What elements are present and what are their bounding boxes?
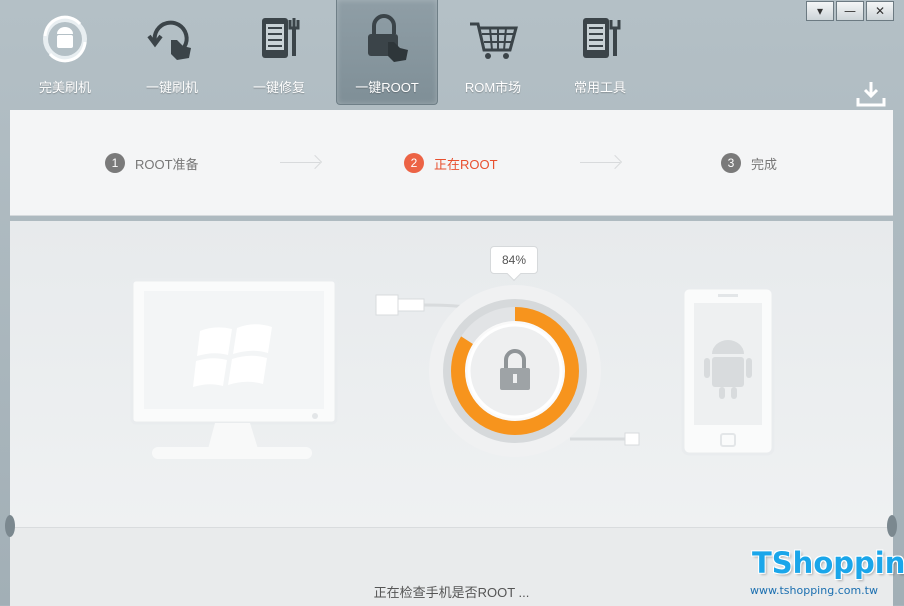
step-label: ROOT准备 bbox=[135, 156, 199, 172]
tab-one-click-root[interactable]: 一键ROOT bbox=[336, 0, 438, 105]
tab-one-click-flash[interactable]: 一键刷机 bbox=[122, 0, 222, 104]
tab-label: 完美刷机 bbox=[38, 80, 91, 95]
tab-one-click-repair[interactable]: 一键修复 bbox=[229, 0, 329, 104]
computer-monitor-icon bbox=[130, 278, 338, 459]
step-done: 3 完成 bbox=[721, 153, 777, 173]
menu-button[interactable]: ▾ bbox=[806, 1, 834, 21]
toolbar: 完美刷机 一键刷机 一键修复 一键ROOT ROM市场 常用工具 ▾ — ✕ bbox=[0, 0, 904, 110]
app-window: 完美刷机 一键刷机 一键修复 一键ROOT ROM市场 常用工具 ▾ — ✕ 1… bbox=[0, 0, 904, 606]
step-number: 1 bbox=[105, 153, 125, 173]
tab-label: 一键ROOT bbox=[355, 80, 419, 95]
step-number: 3 bbox=[721, 153, 741, 173]
close-button[interactable]: ✕ bbox=[866, 1, 894, 21]
step-indicator: 1 ROOT准备 2 正在ROOT 3 完成 bbox=[10, 110, 893, 216]
step-arrow-icon bbox=[580, 162, 620, 163]
root-progress-ring bbox=[429, 285, 601, 457]
tab-rom-market[interactable]: ROM市场 bbox=[443, 0, 543, 104]
window-controls: ▾ — ✕ bbox=[804, 1, 894, 21]
step-label: 完成 bbox=[751, 156, 778, 172]
step-number: 2 bbox=[404, 153, 424, 173]
minimize-button[interactable]: — bbox=[836, 1, 864, 21]
connection-illustration bbox=[130, 278, 775, 459]
tab-common-tools[interactable]: 常用工具 bbox=[550, 0, 650, 104]
step-label: 正在ROOT bbox=[434, 156, 498, 172]
tab-label: 一键刷机 bbox=[145, 80, 198, 95]
step-rooting: 2 正在ROOT bbox=[404, 153, 498, 173]
android-phone-icon bbox=[681, 286, 775, 456]
watermark-logo: TShopping www.tshopping.com.tw bbox=[748, 546, 904, 605]
tab-label: 常用工具 bbox=[573, 80, 626, 95]
shopping-cart-icon bbox=[470, 22, 518, 59]
progress-percent-badge: 84% bbox=[490, 246, 538, 274]
tab-label: 一键修复 bbox=[252, 80, 305, 95]
left-edge-handle bbox=[5, 515, 15, 537]
toolbox-icon bbox=[583, 18, 621, 58]
watermark-title: TShopping bbox=[752, 546, 904, 580]
lock-hand-icon bbox=[368, 14, 408, 62]
tab-perfect-flash[interactable]: 完美刷机 bbox=[15, 0, 115, 104]
phone-wrench-icon bbox=[262, 18, 300, 58]
watermark-url: www.tshopping.com.tw bbox=[750, 584, 878, 597]
refresh-hand-icon bbox=[147, 20, 191, 60]
right-edge-handle bbox=[887, 515, 897, 537]
download-icon[interactable] bbox=[856, 80, 886, 108]
step-arrow-icon bbox=[280, 162, 320, 163]
tab-label: ROM市场 bbox=[464, 80, 522, 95]
step-prepare: 1 ROOT准备 bbox=[105, 153, 199, 173]
android-refresh-icon bbox=[43, 15, 87, 63]
